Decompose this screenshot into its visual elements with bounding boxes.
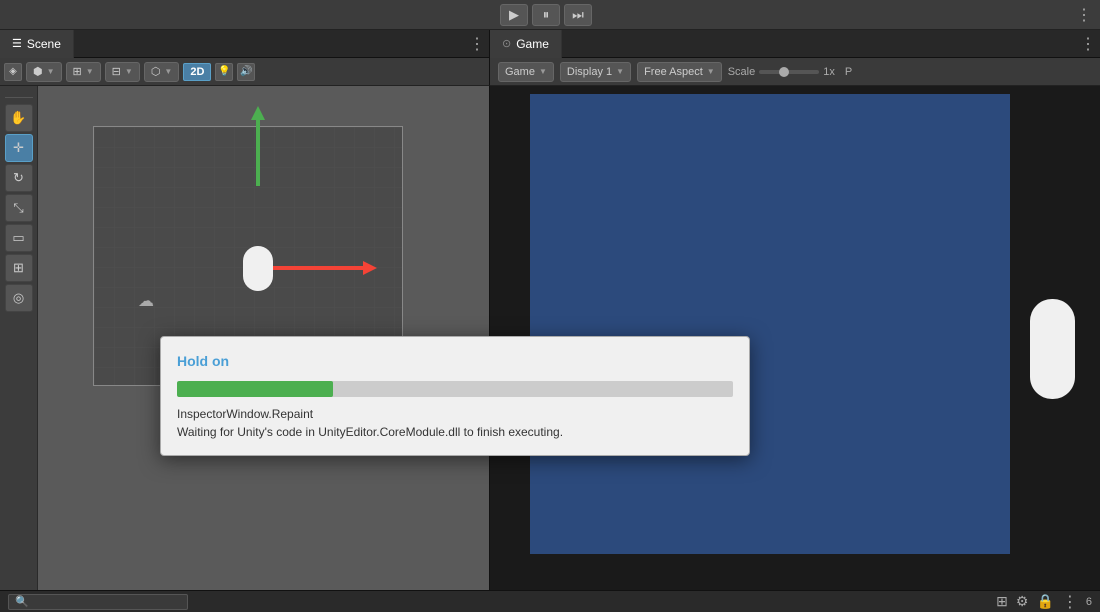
step-button[interactable]: ⏭ (564, 4, 592, 26)
aspect-dropdown[interactable]: Free Aspect ▼ (637, 62, 722, 82)
dialog-status2: Waiting for Unity's code in UnityEditor.… (177, 425, 733, 439)
scene-view-icon[interactable]: ◈ (4, 63, 22, 81)
custom-editor-tool[interactable]: ◎ (5, 284, 33, 312)
scene-tab-panel: ☰ Scene ⋮ (0, 30, 490, 57)
scene-light-icon[interactable]: 💡 (215, 63, 233, 81)
scale-slider-track[interactable] (759, 70, 819, 74)
more-options-icon[interactable]: ⋮ (1076, 5, 1092, 25)
game-capsule-object (1030, 299, 1075, 399)
game-label: Game (505, 66, 535, 78)
scene-view: ✋ ✛ ↻ ⤡ ▭ ⊞ ◎ ☁ (0, 86, 490, 612)
scene-tools-panel: ✋ ✛ ↻ ⤡ ▭ ⊞ ◎ (0, 86, 38, 612)
move-tool[interactable]: ✛ (5, 134, 33, 162)
game-mode-dropdown[interactable]: Game ▼ (498, 62, 554, 82)
cloud-icon: ☁ (138, 291, 154, 311)
scale-control: Scale 1x (728, 66, 835, 78)
scene-tab[interactable]: ☰ Scene (0, 30, 74, 58)
count-badge: 6 (1086, 596, 1092, 608)
content-area: ✋ ✛ ↻ ⤡ ▭ ⊞ ◎ ☁ (0, 86, 1100, 612)
rect-tool[interactable]: ▭ (5, 224, 33, 252)
more-icon[interactable]: ⋮ (1062, 592, 1078, 612)
scene-tab-icon: ☰ (12, 37, 22, 50)
game-tab-icon: ⊙ (502, 37, 511, 50)
scene-panel-menu[interactable]: ⋮ (465, 30, 489, 58)
gizmo-object (243, 246, 273, 291)
scale-slider-thumb[interactable] (779, 67, 789, 77)
rotate-tool[interactable]: ↻ (5, 164, 33, 192)
dialog-title: Hold on (177, 353, 733, 369)
game-canvas (530, 94, 1010, 554)
play-button[interactable]: ▶ (500, 4, 528, 26)
game-toolbar: Game ▼ Display 1 ▼ Free Aspect ▼ Scale 1… (490, 58, 1100, 86)
game-tab-label: Game (516, 37, 549, 51)
display-dropdown[interactable]: Display 1 ▼ (560, 62, 631, 82)
bottom-status-bar: 🔍 ⊞ ⚙ 🔒 ⋮ 6 (0, 590, 1100, 612)
search-input[interactable]: 🔍 (8, 594, 188, 610)
toolbars-row: ◈ ⬢▼ ⊞▼ ⊟▼ ⬡▼ 2D 💡 🔊 Game ▼ Dis (0, 58, 1100, 86)
game-tab-panel: ⊙ Game ⋮ (490, 30, 1100, 57)
game-panel-menu[interactable]: ⋮ (1076, 30, 1100, 58)
main-area: ☰ Scene ⋮ ⊙ Game ⋮ ◈ ⬢▼ ⊞▼ ⊟▼ (0, 30, 1100, 612)
hand-tool[interactable]: ✋ (5, 104, 33, 132)
maximize-btn[interactable]: P (845, 66, 852, 78)
aspect-label: Free Aspect (644, 66, 703, 78)
lock-icon[interactable]: 🔒 (1036, 593, 1053, 610)
transform-tool[interactable]: ⊞ (5, 254, 33, 282)
search-icon: 🔍 (15, 595, 29, 608)
scene-tab-label: Scene (27, 37, 61, 51)
console-icon[interactable]: ⊞ (996, 593, 1008, 610)
scale-label: Scale (728, 66, 756, 78)
scene-grid-dropdown[interactable]: ⊟▼ (105, 62, 140, 82)
scale-tool[interactable]: ⤡ (5, 194, 33, 222)
2d-button[interactable]: 2D (183, 63, 211, 81)
settings-icon[interactable]: ⚙ (1016, 593, 1029, 610)
gizmo-right-arrow (273, 266, 363, 270)
gizmo-up-arrow (256, 116, 260, 186)
progress-bar-container (177, 381, 733, 397)
scale-value: 1x (823, 66, 835, 78)
scene-render-dropdown[interactable]: ⬡▼ (144, 62, 180, 82)
pause-button[interactable]: ⏸ (532, 4, 560, 26)
scene-gizmo-dropdown[interactable]: ⊞▼ (66, 62, 101, 82)
scene-toolbar: ◈ ⬢▼ ⊞▼ ⊟▼ ⬡▼ 2D 💡 🔊 (0, 58, 490, 86)
tabs-row: ☰ Scene ⋮ ⊙ Game ⋮ (0, 30, 1100, 58)
display-label: Display 1 (567, 66, 612, 78)
progress-bar-fill (177, 381, 333, 397)
dialog-status1: InspectorWindow.Repaint (177, 407, 733, 421)
scene-camera-dropdown[interactable]: ⬢▼ (26, 62, 62, 82)
top-toolbar: ▶ ⏸ ⏭ ⋮ (0, 0, 1100, 30)
game-tab[interactable]: ⊙ Game (490, 30, 562, 58)
scene-audio-icon[interactable]: 🔊 (237, 63, 255, 81)
hold-on-dialog: Hold on InspectorWindow.Repaint Waiting … (160, 336, 750, 456)
